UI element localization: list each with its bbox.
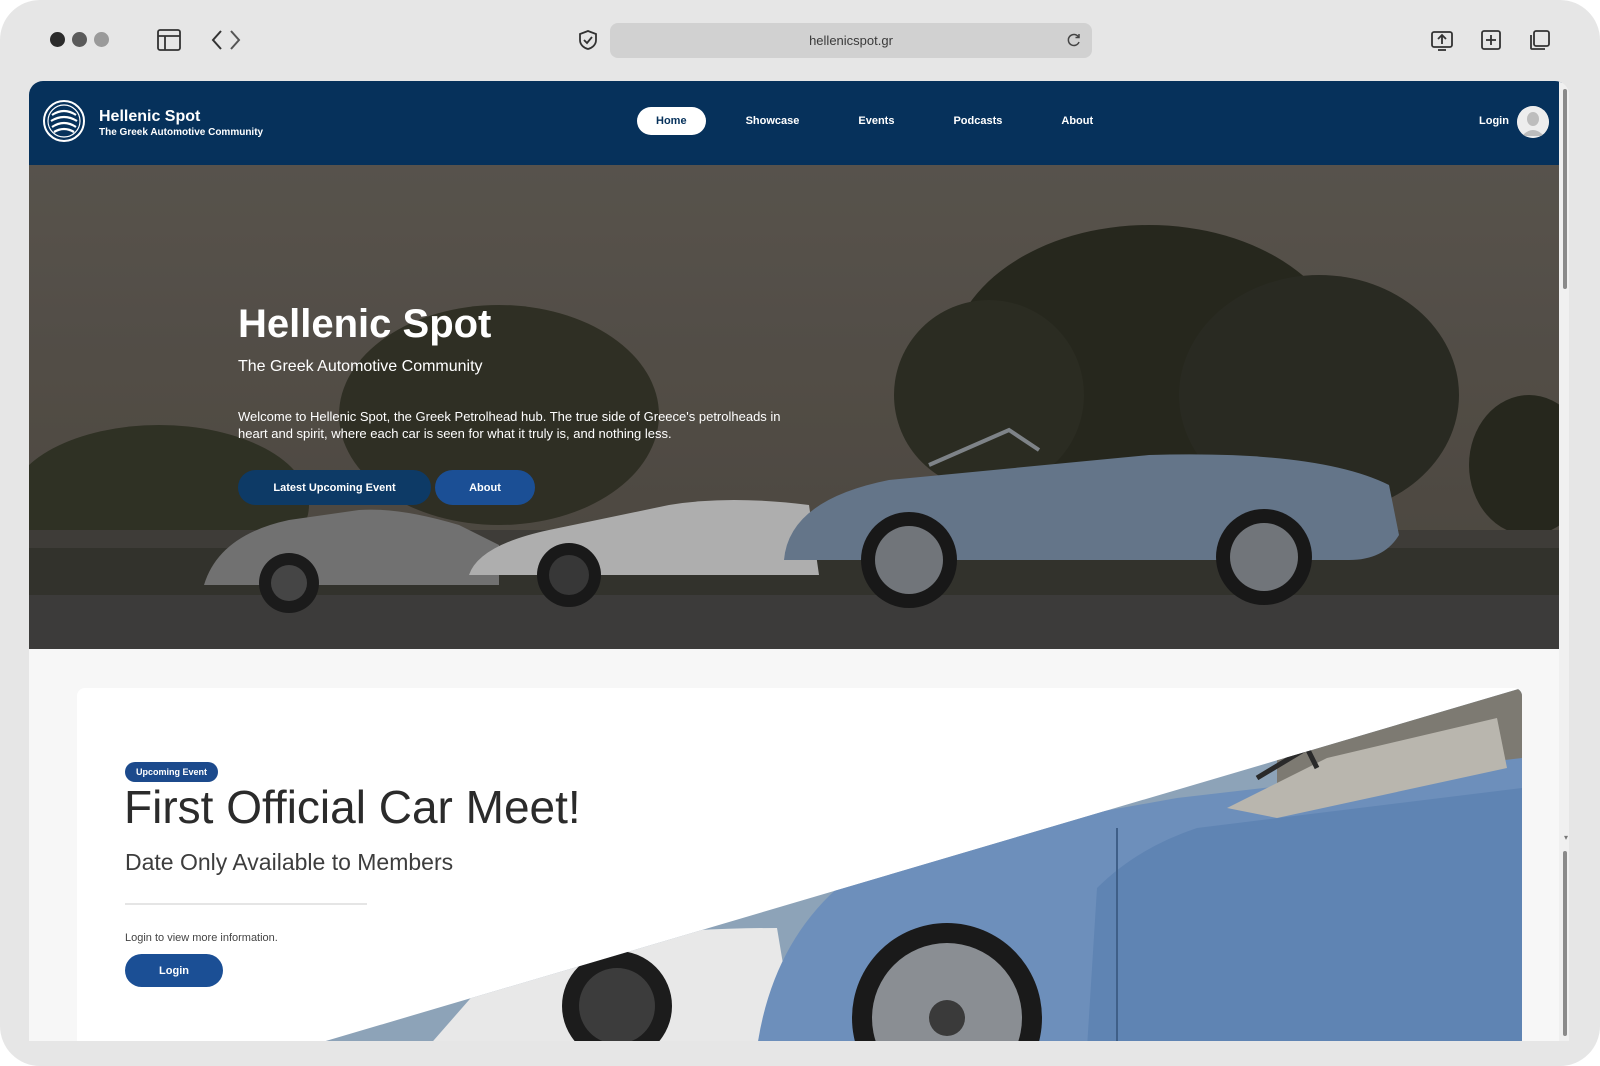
upcoming-event-badge: Upcoming Event [125,762,219,782]
brand-subtitle: The Greek Automotive Community [99,127,264,138]
hero-title: Hellenic Spot [238,302,492,346]
event-login-hint: Login to view more information. [125,932,278,944]
scrollbar-thumb-secondary[interactable] [1563,851,1567,1036]
address-bar[interactable]: hellenicspot.gr [610,23,1092,58]
nav-home[interactable]: Home [637,107,706,135]
hero-section: Hellenic Spot The Greek Automotive Commu… [29,165,1562,649]
device-frame: hellenicspot.gr Hellenic Spot The Greek … [0,0,1600,1066]
hellenic-spot-logo[interactable] [42,99,86,143]
hero-subtitle: The Greek Automotive Community [238,358,483,375]
url-text: hellenicspot.gr [809,33,893,48]
nav-events[interactable]: Events [839,107,913,135]
nav-about[interactable]: About [1042,107,1112,135]
scroll-down-arrow-icon[interactable]: ▾ [1564,833,1568,842]
zoom-window-button[interactable] [94,32,109,47]
sidebar-icon[interactable] [155,26,183,54]
event-title: First Official Car Meet! [124,781,581,833]
browser-toolbar: hellenicspot.gr [0,0,1600,80]
tabs-overview-icon[interactable] [1526,26,1554,54]
nav-login-link[interactable]: Login [1479,115,1509,127]
user-avatar-icon [1517,106,1549,138]
event-divider [125,903,367,905]
nav-showcase[interactable]: Showcase [727,107,819,135]
reload-icon[interactable] [1066,32,1082,48]
share-icon[interactable] [1428,26,1456,54]
hero-about-button[interactable]: About [435,470,535,505]
main-nav: Home Showcase Events Podcasts About [637,107,1133,135]
avatar[interactable] [1517,106,1549,138]
nav-podcasts[interactable]: Podcasts [934,107,1021,135]
event-login-button[interactable]: Login [125,954,223,987]
scrollbar-thumb[interactable] [1563,89,1567,289]
event-subtitle: Date Only Available to Members [125,849,454,875]
hero-description: Welcome to Hellenic Spot, the Greek Petr… [238,409,781,441]
new-tab-icon[interactable] [1477,26,1505,54]
brand-title[interactable]: Hellenic Spot [99,108,200,126]
forward-icon[interactable] [221,26,249,54]
shield-icon[interactable] [574,26,602,54]
latest-event-button[interactable]: Latest Upcoming Event [238,470,431,505]
window-controls [50,32,109,47]
minimize-window-button[interactable] [72,32,87,47]
page-viewport: Hellenic Spot The Greek Automotive Commu… [29,81,1569,1041]
hero-background-image [29,165,1562,649]
site-navbar: Hellenic Spot The Greek Automotive Commu… [29,81,1562,165]
page-scrollbar[interactable]: ▾ [1559,81,1569,1041]
upcoming-event-card: Upcoming Event First Official Car Meet! … [77,688,1522,1041]
close-window-button[interactable] [50,32,65,47]
